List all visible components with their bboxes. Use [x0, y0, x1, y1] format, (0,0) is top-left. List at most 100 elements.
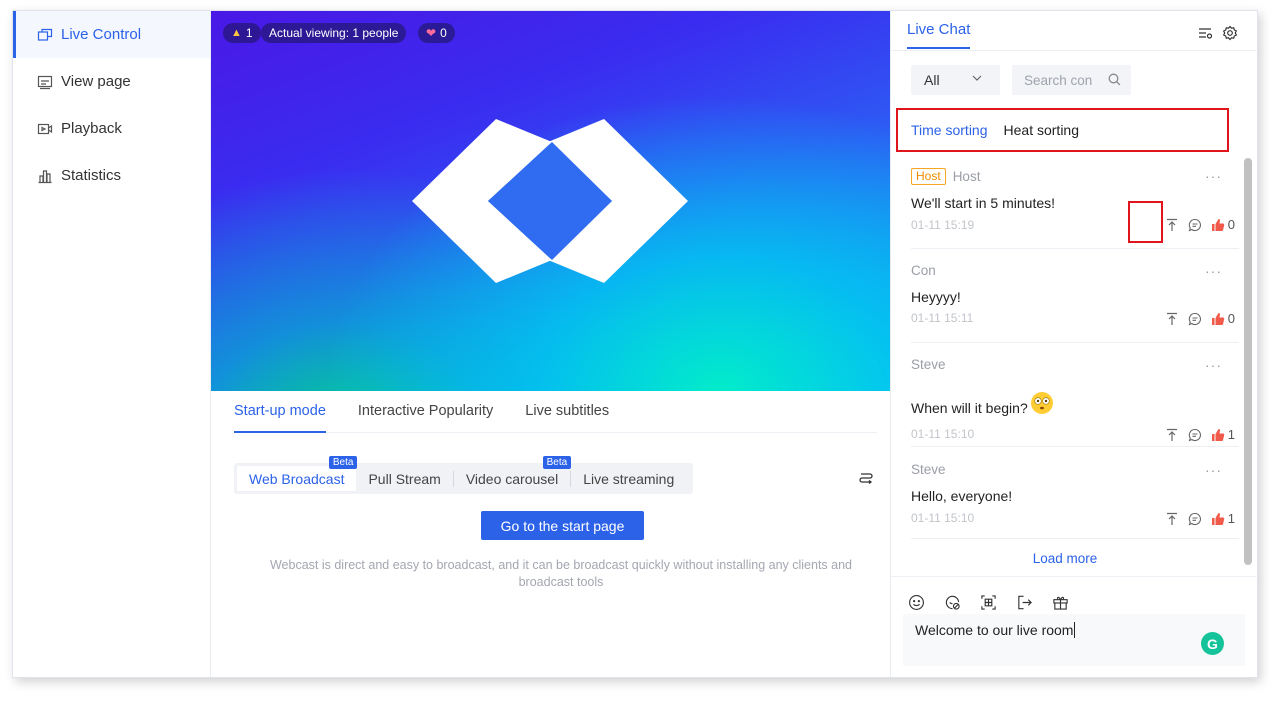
mute-user-icon[interactable]: [944, 594, 961, 611]
message-text: Hello, everyone!: [911, 488, 1013, 504]
message-filter-select[interactable]: All: [911, 65, 1000, 95]
go-to-start-page-button[interactable]: Go to the start page: [481, 511, 644, 540]
message-time: 01-11 15:10: [911, 427, 975, 441]
reply-icon[interactable]: [1188, 428, 1202, 442]
viewing-text: Actual viewing: 1 people: [269, 26, 399, 40]
more-options-icon[interactable]: ···: [1205, 168, 1222, 184]
chat-panel: Live Chat All Search con Time sorting He…: [890, 11, 1258, 677]
sidebar-item-label: Live Control: [61, 26, 142, 43]
message-text: Heyyyy!: [911, 289, 961, 305]
pin-to-top-icon[interactable]: [1165, 512, 1179, 526]
reply-icon[interactable]: [1188, 512, 1202, 526]
sidebar-item-view-page[interactable]: View page: [13, 58, 210, 105]
chat-message-input[interactable]: Welcome to our live room G: [903, 614, 1245, 666]
like-count: 0: [1227, 311, 1235, 326]
pin-to-top-icon[interactable]: [1165, 218, 1179, 232]
message-text: We'll start in 5 minutes!: [911, 195, 1056, 211]
chat-message: Con ··· Heyyyy! 01-11 15:11 0: [911, 249, 1239, 343]
reply-icon[interactable]: [1188, 312, 1202, 326]
more-options-icon[interactable]: ···: [1205, 263, 1222, 279]
pin-action-highlight: [1128, 201, 1163, 243]
message-author: Steve: [911, 357, 946, 372]
more-options-icon[interactable]: ···: [1205, 357, 1222, 373]
fire-icon: ▲: [231, 27, 242, 39]
author-name: Steve: [911, 357, 946, 372]
like-button[interactable]: 0: [1211, 311, 1235, 326]
author-name: Con: [911, 263, 936, 278]
like-button[interactable]: 1: [1211, 427, 1235, 442]
divider: [891, 50, 1258, 51]
likes-counter: ▲ 1: [223, 23, 261, 43]
like-count: 1: [1227, 427, 1235, 442]
mode-label: Pull Stream: [368, 470, 441, 487]
like-button[interactable]: 1: [1211, 511, 1235, 526]
viewing-counter: Actual viewing: 1 people: [261, 23, 407, 43]
pin-to-top-icon[interactable]: [1165, 312, 1179, 326]
mode-label: Video carousel: [465, 470, 559, 487]
grammarly-icon[interactable]: G: [1201, 632, 1224, 655]
reply-icon[interactable]: [1188, 218, 1202, 232]
search-icon: [1108, 73, 1121, 86]
screenshot-icon[interactable]: [980, 594, 997, 611]
load-more-link[interactable]: Load more: [891, 551, 1239, 566]
mode-description: Webcast is direct and easy to broadcast,…: [269, 558, 853, 589]
chat-message: Steve ··· When will it begin? 01-11 15:1…: [911, 343, 1239, 447]
more-options-icon[interactable]: ···: [1205, 462, 1222, 478]
like-button[interactable]: 0: [1211, 217, 1235, 232]
filter-list-icon[interactable]: [1197, 25, 1213, 41]
sidebar-item-label: Statistics: [61, 167, 122, 184]
sidebar-item-label: Playback: [61, 120, 122, 137]
thumbs-up-icon: [1211, 512, 1225, 525]
playback-icon: [37, 123, 53, 134]
sidebar-item-playback[interactable]: Playback: [13, 105, 210, 152]
switch-icon[interactable]: [858, 470, 874, 486]
settings-gear-icon[interactable]: [1222, 25, 1238, 41]
hearts-count: 0: [440, 26, 447, 40]
gift-icon[interactable]: [1052, 594, 1069, 611]
message-author: Host Host: [911, 168, 980, 185]
exit-icon[interactable]: [1016, 594, 1033, 611]
chat-search-input[interactable]: Search con: [1012, 65, 1131, 95]
author-name: Steve: [911, 462, 946, 477]
chat-scrollbar[interactable]: [1242, 154, 1254, 574]
sidebar-item-statistics[interactable]: Statistics: [13, 152, 210, 199]
message-author: Con: [911, 263, 936, 278]
sort-options: Time sorting Heat sorting: [896, 108, 1229, 152]
flushed-emoji-icon: [1030, 392, 1053, 414]
mode-web-broadcast[interactable]: Web Broadcast Beta: [237, 456, 358, 491]
statistics-icon: [38, 169, 52, 183]
view-page-icon: [37, 75, 53, 89]
sort-time-button[interactable]: Time sorting: [911, 122, 988, 138]
mode-pull-stream[interactable]: Pull Stream: [356, 466, 452, 491]
live-control-icon: [37, 28, 53, 41]
sidebar-item-live-control[interactable]: Live Control: [13, 11, 210, 58]
like-count: 0: [1227, 217, 1235, 232]
main-content: ▲ 1 Actual viewing: 1 people ❤ 0 Start-u…: [211, 11, 890, 677]
mode-video-carousel[interactable]: Video carousel Beta: [454, 456, 572, 491]
chat-message: Host Host ··· We'll start in 5 minutes! …: [911, 154, 1239, 249]
tab-interactive-popularity[interactable]: Interactive Popularity: [358, 403, 493, 433]
mode-live-streaming[interactable]: Live streaming: [571, 466, 686, 491]
pin-to-top-icon[interactable]: [1165, 428, 1179, 442]
host-badge: Host: [911, 168, 946, 185]
tab-live-subtitles[interactable]: Live subtitles: [525, 403, 609, 433]
message-text-content: When will it begin?: [911, 400, 1028, 416]
broadcast-mode-selector: Web Broadcast Beta Pull Stream Video car…: [234, 456, 693, 494]
scrollbar-thumb[interactable]: [1244, 158, 1252, 565]
message-actions: 0: [1165, 217, 1235, 232]
message-time: 01-11 15:19: [911, 218, 975, 232]
chevron-down-icon: [972, 75, 982, 81]
message-actions: 0: [1165, 311, 1235, 326]
main-tabs: Start-up mode Interactive Popularity Liv…: [234, 403, 877, 433]
emoji-icon[interactable]: [908, 594, 925, 611]
app-window: Live Control View page Playback Statisti…: [12, 10, 1258, 678]
heart-icon: ❤: [426, 26, 437, 40]
tab-start-up-mode[interactable]: Start-up mode: [234, 403, 326, 433]
tab-live-chat[interactable]: Live Chat: [907, 21, 971, 49]
divider: [891, 576, 1258, 577]
thumbs-up-icon: [1211, 218, 1225, 231]
sort-heat-button[interactable]: Heat sorting: [1004, 122, 1079, 138]
message-author: Steve: [911, 462, 946, 477]
beta-badge: Beta: [542, 456, 572, 469]
message-text: When will it begin?: [911, 391, 1054, 416]
